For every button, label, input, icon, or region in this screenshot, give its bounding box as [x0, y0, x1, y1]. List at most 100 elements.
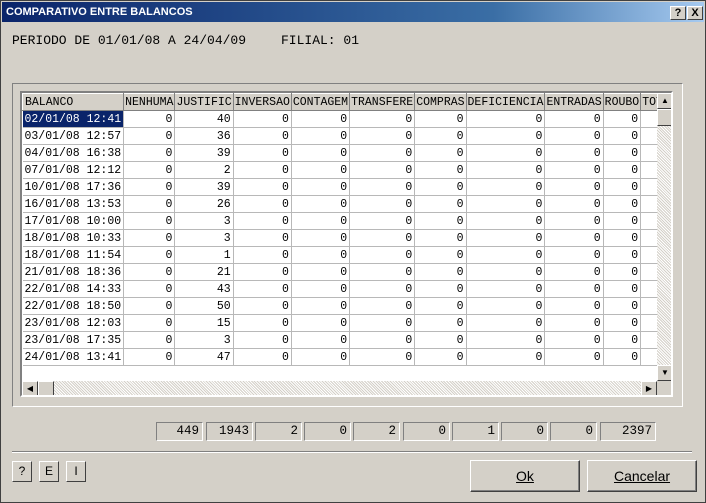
table-row[interactable]: 16/01/08 13:53026000000026: [22, 195, 657, 213]
balance-date-cell[interactable]: 18/01/08 11:54: [22, 246, 125, 264]
value-cell[interactable]: 0: [603, 161, 642, 179]
table-row[interactable]: 23/01/08 17:350300000003: [22, 331, 657, 349]
value-cell[interactable]: 43: [640, 280, 657, 298]
value-cell[interactable]: 0: [349, 178, 416, 196]
table-row[interactable]: 02/01/08 12:41040000000040: [22, 110, 657, 128]
value-cell[interactable]: 0: [414, 212, 467, 230]
value-cell[interactable]: 47: [640, 348, 657, 366]
value-cell[interactable]: 0: [466, 144, 546, 162]
value-cell[interactable]: 0: [291, 178, 351, 196]
title-help-button[interactable]: ?: [670, 6, 686, 20]
balance-date-cell[interactable]: 23/01/08 17:35: [22, 331, 125, 349]
balance-date-cell[interactable]: 03/01/08 12:57: [22, 127, 125, 145]
value-cell[interactable]: 0: [603, 144, 642, 162]
value-cell[interactable]: 0: [123, 195, 176, 213]
value-cell[interactable]: 0: [603, 229, 642, 247]
value-cell[interactable]: 0: [291, 127, 351, 145]
value-cell[interactable]: 0: [123, 331, 176, 349]
value-cell[interactable]: 0: [291, 195, 351, 213]
vertical-scroll-thumb[interactable]: [657, 109, 671, 126]
value-cell[interactable]: 0: [233, 144, 292, 162]
balance-date-cell[interactable]: 07/01/08 12:12: [22, 161, 125, 179]
table-row[interactable]: 24/01/08 13:41047000000047: [22, 348, 657, 366]
value-cell[interactable]: 0: [466, 314, 546, 332]
value-cell[interactable]: 0: [544, 161, 604, 179]
value-cell[interactable]: 0: [414, 331, 467, 349]
balance-date-cell[interactable]: 16/01/08 13:53: [22, 195, 125, 213]
value-cell[interactable]: 50: [640, 297, 657, 315]
column-header-entradas[interactable]: ENTRADAS: [544, 93, 604, 111]
value-cell[interactable]: 0: [233, 229, 292, 247]
value-cell[interactable]: 36: [640, 127, 657, 145]
value-cell[interactable]: 0: [349, 314, 416, 332]
value-cell[interactable]: 0: [291, 110, 351, 128]
value-cell[interactable]: 0: [349, 161, 416, 179]
column-header-deficiencia[interactable]: DEFICIENCIA: [465, 93, 546, 111]
table-row[interactable]: 04/01/08 16:38039000000039: [22, 144, 657, 162]
value-cell[interactable]: 0: [466, 127, 546, 145]
value-cell[interactable]: 0: [603, 314, 642, 332]
value-cell[interactable]: 0: [414, 178, 467, 196]
value-cell[interactable]: 0: [349, 348, 416, 366]
table-row[interactable]: 21/01/08 18:36021000000021: [22, 263, 657, 281]
value-cell[interactable]: 0: [123, 127, 176, 145]
value-cell[interactable]: 0: [544, 110, 604, 128]
balance-date-cell[interactable]: 04/01/08 16:38: [22, 144, 125, 162]
balances-grid[interactable]: BALANCO NENHUMA JUSTIFIC INVERSAO CONTAGEM TR…: [20, 91, 673, 397]
value-cell[interactable]: 0: [233, 212, 292, 230]
value-cell[interactable]: 0: [291, 331, 351, 349]
value-cell[interactable]: 0: [544, 144, 604, 162]
value-cell[interactable]: 3: [640, 212, 657, 230]
value-cell[interactable]: 0: [233, 246, 292, 264]
cancel-button[interactable]: Cancelar: [587, 460, 697, 492]
balance-date-cell[interactable]: 22/01/08 14:33: [22, 280, 125, 298]
column-header-contagem[interactable]: CONTAGEM: [290, 93, 351, 111]
value-cell[interactable]: 0: [233, 263, 292, 281]
value-cell[interactable]: 0: [291, 314, 351, 332]
value-cell[interactable]: 0: [123, 280, 176, 298]
balance-date-cell[interactable]: 21/01/08 18:36: [22, 263, 125, 281]
scroll-up-arrow-icon[interactable]: ▲: [657, 93, 671, 109]
column-header-transfere[interactable]: TRANSFERE: [349, 93, 416, 111]
i-button[interactable]: I: [66, 461, 86, 482]
value-cell[interactable]: 0: [466, 229, 546, 247]
value-cell[interactable]: 1: [640, 246, 657, 264]
value-cell[interactable]: 0: [603, 331, 642, 349]
value-cell[interactable]: 0: [466, 348, 546, 366]
value-cell[interactable]: 0: [123, 212, 176, 230]
value-cell[interactable]: 39: [640, 178, 657, 196]
value-cell[interactable]: 0: [291, 161, 351, 179]
value-cell[interactable]: 0: [291, 263, 351, 281]
value-cell[interactable]: 0: [349, 246, 416, 264]
value-cell[interactable]: 0: [603, 178, 642, 196]
value-cell[interactable]: 15: [174, 314, 234, 332]
value-cell[interactable]: 0: [123, 161, 176, 179]
value-cell[interactable]: 0: [414, 195, 467, 213]
value-cell[interactable]: 0: [544, 348, 604, 366]
balance-date-cell[interactable]: 18/01/08 10:33: [22, 229, 125, 247]
column-header-balanco[interactable]: BALANCO: [22, 93, 125, 111]
value-cell[interactable]: 26: [174, 195, 234, 213]
value-cell[interactable]: 0: [349, 263, 416, 281]
value-cell[interactable]: 0: [233, 314, 292, 332]
value-cell[interactable]: 21: [174, 263, 234, 281]
value-cell[interactable]: 2: [640, 161, 657, 179]
value-cell[interactable]: 0: [123, 144, 176, 162]
balance-date-cell[interactable]: 10/01/08 17:36: [22, 178, 125, 196]
value-cell[interactable]: 0: [603, 110, 642, 128]
value-cell[interactable]: 3: [640, 331, 657, 349]
value-cell[interactable]: 1: [174, 246, 234, 264]
value-cell[interactable]: 0: [414, 110, 467, 128]
value-cell[interactable]: 0: [466, 263, 546, 281]
column-header-inversao[interactable]: INVERSAO: [232, 93, 292, 111]
value-cell[interactable]: 0: [291, 212, 351, 230]
value-cell[interactable]: 0: [291, 280, 351, 298]
value-cell[interactable]: 0: [123, 229, 176, 247]
value-cell[interactable]: 0: [233, 110, 292, 128]
value-cell[interactable]: 21: [640, 263, 657, 281]
value-cell[interactable]: 0: [123, 348, 176, 366]
value-cell[interactable]: 0: [123, 314, 176, 332]
title-close-button[interactable]: X: [687, 6, 703, 20]
value-cell[interactable]: 0: [544, 280, 604, 298]
value-cell[interactable]: 3: [174, 229, 234, 247]
